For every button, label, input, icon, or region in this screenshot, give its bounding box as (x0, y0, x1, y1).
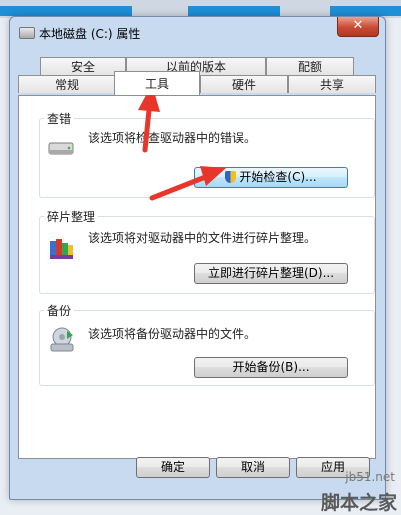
button-label: 开始检查(C)... (239, 170, 317, 184)
tab-sharing[interactable]: 共享 (288, 75, 376, 93)
start-backup-button[interactable]: 开始备份(B)... (194, 357, 348, 378)
group-description: 该选项将对驱动器中的文件进行碎片整理。 (88, 231, 317, 245)
ok-button[interactable]: 确定 (136, 457, 210, 478)
tab-hardware[interactable]: 硬件 (200, 75, 288, 93)
drive-icon (19, 27, 35, 39)
defrag-icon (48, 235, 74, 264)
background-progress-bar (188, 6, 280, 16)
backup-group: 备份 该选项将备份驱动器中的文件。 开始备份(B)... (39, 302, 375, 386)
defrag-now-button[interactable]: 立即进行碎片整理(D)... (194, 263, 348, 284)
start-check-button[interactable]: 开始检查(C)... (194, 167, 348, 188)
uac-shield-icon (225, 171, 237, 183)
watermark-brand: 脚本之家 (320, 492, 397, 514)
defrag-group: 碎片整理 该选项将对驱动器中的文件进行碎片整理。 立即进行碎片整理(D)... (39, 208, 375, 294)
title-bar[interactable]: 本地磁盘 (C:) 属性 ✕ (10, 17, 385, 47)
background-progress-bar (330, 6, 401, 16)
tab-general[interactable]: 常规 (18, 75, 116, 93)
tools-panel: 查错 该选项将检查驱动器中的错误。 开始检查(C)... 碎片整理 该选项将对驱… (18, 95, 376, 459)
watermark-site: jb51.net (345, 470, 395, 484)
group-description: 该选项将检查驱动器中的错误。 (88, 131, 257, 145)
backup-icon (48, 325, 76, 356)
group-title: 查错 (44, 110, 75, 127)
group-description: 该选项将备份驱动器中的文件。 (88, 327, 257, 341)
hard-drive-icon (48, 139, 74, 162)
properties-dialog: 本地磁盘 (C:) 属性 ✕ 安全 以前的版本 配额 常规 工具 硬件 共享 查… (9, 16, 386, 500)
error-check-group: 查错 该选项将检查驱动器中的错误。 开始检查(C)... (39, 110, 375, 198)
dialog-title: 本地磁盘 (C:) 属性 (39, 27, 141, 41)
close-button[interactable]: ✕ (337, 17, 379, 37)
tab-quota[interactable]: 配额 (266, 57, 354, 75)
cancel-button[interactable]: 取消 (216, 457, 290, 478)
tab-tools[interactable]: 工具 (114, 71, 200, 95)
background-progress-bar (0, 6, 132, 16)
group-title: 碎片整理 (44, 208, 99, 225)
group-title: 备份 (44, 302, 75, 319)
